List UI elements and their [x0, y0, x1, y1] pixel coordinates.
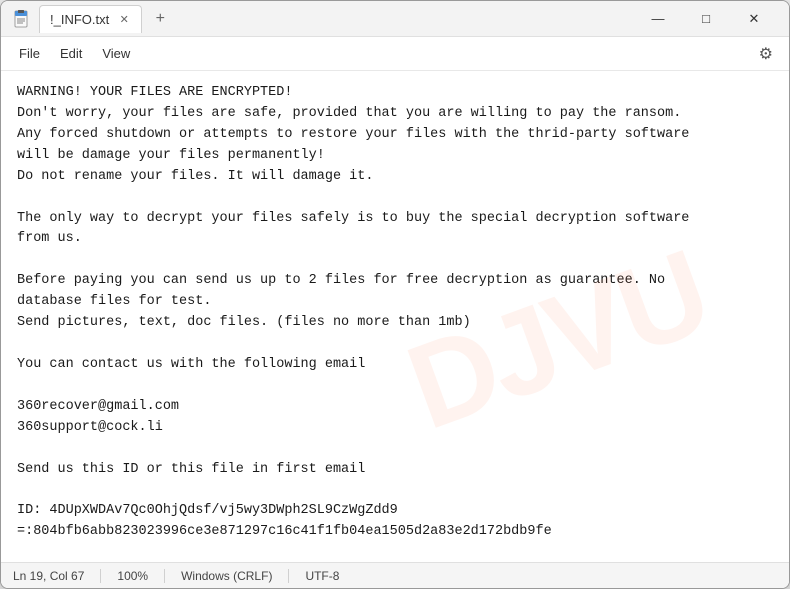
statusbar: Ln 19, Col 67 100% Windows (CRLF) UTF-8 — [1, 562, 789, 588]
cursor-position: Ln 19, Col 67 — [13, 569, 101, 583]
titlebar: !_INFO.txt ✕ + — □ ✕ — [1, 1, 789, 37]
maximize-button[interactable]: □ — [683, 3, 729, 35]
close-button[interactable]: ✕ — [731, 3, 777, 35]
app-icon — [13, 10, 31, 28]
menubar: File Edit View ⚙ — [1, 37, 789, 71]
menu-edit[interactable]: Edit — [50, 42, 92, 65]
settings-gear-icon[interactable]: ⚙ — [751, 40, 781, 68]
menu-view[interactable]: View — [92, 42, 140, 65]
content-wrapper: DJVU WARNING! YOUR FILES ARE ENCRYPTED! … — [1, 71, 789, 562]
encoding: UTF-8 — [305, 569, 355, 583]
text-editor[interactable]: WARNING! YOUR FILES ARE ENCRYPTED! Don't… — [1, 71, 789, 555]
tab-info-txt[interactable]: !_INFO.txt ✕ — [39, 5, 142, 33]
main-window: !_INFO.txt ✕ + — □ ✕ File Edit View ⚙ DJ… — [0, 0, 790, 589]
window-controls: — □ ✕ — [635, 3, 777, 35]
tab-area: !_INFO.txt ✕ + — [39, 5, 635, 33]
tab-close-button[interactable]: ✕ — [117, 12, 131, 26]
line-ending: Windows (CRLF) — [181, 569, 289, 583]
tab-label: !_INFO.txt — [50, 12, 109, 27]
minimize-button[interactable]: — — [635, 3, 681, 35]
zoom-level: 100% — [117, 569, 165, 583]
new-tab-button[interactable]: + — [148, 7, 172, 31]
menu-file[interactable]: File — [9, 42, 50, 65]
